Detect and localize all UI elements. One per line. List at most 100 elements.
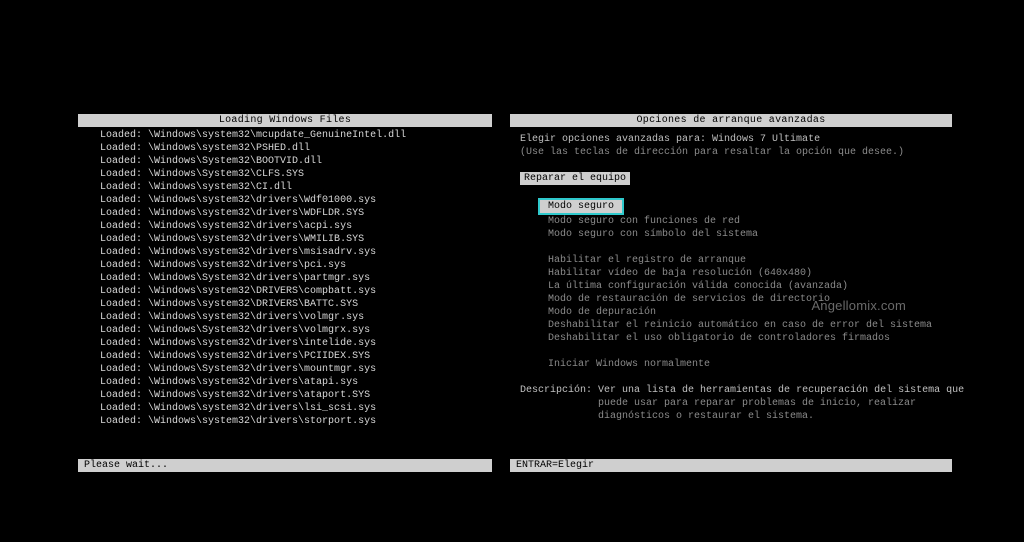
loaded-path: \Windows\system32\DRIVERS\BATTC.SYS [148,299,358,310]
boot-option[interactable]: Habilitar el registro de arranque [520,254,942,267]
loaded-path: \Windows\system32\drivers\intelide.sys [148,338,376,349]
loaded-path: \Windows\System32\drivers\mountmgr.sys [148,364,376,375]
loaded-row: Loaded: \Windows\system32\mcupdate_Genui… [100,129,492,142]
loaded-path: \Windows\system32\drivers\ataport.SYS [148,390,370,401]
safe-mode-selected[interactable]: Modo seguro [520,198,942,215]
loaded-row: Loaded: \Windows\system32\drivers\atapi.… [100,376,492,389]
repair-computer-option[interactable]: Reparar el equipo [520,172,942,185]
description-label: Descripción: [520,385,592,396]
loaded-prefix: Loaded: [100,377,142,388]
loaded-prefix: Loaded: [100,156,142,167]
loaded-row: Loaded: \Windows\system32\drivers\inteli… [100,337,492,350]
loaded-path: \Windows\system32\mcupdate_GenuineIntel.… [148,130,406,141]
loaded-prefix: Loaded: [100,143,142,154]
selected-highlight-box: Modo seguro [538,198,624,215]
loaded-path: \Windows\system32\CI.dll [148,182,292,193]
please-wait-bar: Please wait... [78,459,492,472]
loaded-path: \Windows\System32\BOOTVID.dll [148,156,322,167]
loaded-prefix: Loaded: [100,364,142,375]
loaded-prefix: Loaded: [100,286,142,297]
boot-option-gap [520,345,942,358]
loaded-prefix: Loaded: [100,416,142,427]
loaded-row: Loaded: \Windows\system32\drivers\WMILIB… [100,233,492,246]
loaded-prefix: Loaded: [100,247,142,258]
loaded-path: \Windows\System32\drivers\volmgrx.sys [148,325,370,336]
loaded-row: Loaded: \Windows\system32\drivers\WDFLDR… [100,207,492,220]
loaded-path: \Windows\system32\drivers\msisadrv.sys [148,247,376,258]
loading-files-panel: Loading Windows Files Loaded: \Windows\s… [78,114,492,472]
loaded-prefix: Loaded: [100,299,142,310]
loaded-prefix: Loaded: [100,390,142,401]
loaded-row: Loaded: \Windows\system32\drivers\atapor… [100,389,492,402]
loaded-path: \Windows\system32\drivers\lsi_scsi.sys [148,403,376,414]
loaded-row: Loaded: \Windows\System32\CLFS.SYS [100,168,492,181]
description-text-2: puede usar para reparar problemas de ini… [520,397,942,410]
os-name: Windows 7 Ultimate [712,134,820,145]
loaded-row: Loaded: \Windows\System32\drivers\partmg… [100,272,492,285]
loaded-row: Loaded: \Windows\system32\drivers\lsi_sc… [100,402,492,415]
loaded-row: Loaded: \Windows\system32\drivers\volmgr… [100,311,492,324]
loaded-path: \Windows\System32\drivers\partmgr.sys [148,273,370,284]
boot-option[interactable]: Iniciar Windows normalmente [520,358,942,371]
repair-computer-label: Reparar el equipo [520,172,630,185]
loaded-path: \Windows\system32\DRIVERS\compbatt.sys [148,286,376,297]
loaded-path: \Windows\system32\drivers\atapi.sys [148,377,358,388]
loaded-prefix: Loaded: [100,130,142,141]
screenshot-root: Loading Windows Files Loaded: \Windows\s… [0,0,1024,542]
loaded-path: \Windows\system32\drivers\WMILIB.SYS [148,234,364,245]
loaded-row: Loaded: \Windows\system32\DRIVERS\BATTC.… [100,298,492,311]
loaded-prefix: Loaded: [100,195,142,206]
safe-mode-label: Modo seguro [540,200,622,213]
advanced-options-title-bar: Opciones de arranque avanzadas [510,114,952,127]
boot-option[interactable]: Modo seguro con símbolo del sistema [520,228,942,241]
loaded-row: Loaded: \Windows\System32\drivers\mountm… [100,363,492,376]
choose-for-label: Elegir opciones avanzadas para: [520,134,706,145]
loaded-path: \Windows\system32\drivers\PCIIDEX.SYS [148,351,370,362]
direction-hint: (Use las teclas de dirección para resalt… [520,146,942,159]
boot-option[interactable]: La última configuración válida conocida … [520,280,942,293]
loaded-row: Loaded: \Windows\system32\drivers\PCIIDE… [100,350,492,363]
boot-option[interactable]: Habilitar vídeo de baja resolución (640x… [520,267,942,280]
boot-option[interactable]: Deshabilitar el uso obligatorio de contr… [520,332,942,345]
loaded-row: Loaded: \Windows\system32\PSHED.dll [100,142,492,155]
loaded-prefix: Loaded: [100,312,142,323]
loaded-prefix: Loaded: [100,338,142,349]
loaded-prefix: Loaded: [100,351,142,362]
loaded-prefix: Loaded: [100,273,142,284]
loaded-prefix: Loaded: [100,169,142,180]
watermark-text: Angellomix.com [811,298,906,313]
loaded-prefix: Loaded: [100,403,142,414]
loaded-prefix: Loaded: [100,221,142,232]
loaded-row: Loaded: \Windows\system32\drivers\msisad… [100,246,492,259]
boot-option-gap [520,241,942,254]
advanced-options-body: Elegir opciones avanzadas para: Windows … [510,127,952,423]
loaded-row: Loaded: \Windows\system32\drivers\Wdf010… [100,194,492,207]
loaded-prefix: Loaded: [100,234,142,245]
boot-option[interactable]: Deshabilitar el reinicio automático en c… [520,319,942,332]
choose-for-line: Elegir opciones avanzadas para: Windows … [520,133,942,146]
loaded-row: Loaded: \Windows\system32\drivers\pci.sy… [100,259,492,272]
loaded-files-list: Loaded: \Windows\system32\mcupdate_Genui… [78,127,492,428]
description-text-1: Ver una lista de herramientas de recuper… [598,385,964,396]
loaded-path: \Windows\System32\CLFS.SYS [148,169,304,180]
loaded-row: Loaded: \Windows\system32\CI.dll [100,181,492,194]
loaded-path: \Windows\system32\drivers\acpi.sys [148,221,352,232]
loaded-path: \Windows\system32\drivers\storport.sys [148,416,376,427]
loaded-row: Loaded: \Windows\system32\drivers\storpo… [100,415,492,428]
loaded-prefix: Loaded: [100,325,142,336]
loading-files-title-bar: Loading Windows Files [78,114,492,127]
loaded-path: \Windows\system32\drivers\Wdf01000.sys [148,195,376,206]
loaded-path: \Windows\system32\PSHED.dll [148,143,310,154]
loaded-path: \Windows\system32\drivers\pci.sys [148,260,346,271]
loaded-prefix: Loaded: [100,208,142,219]
loaded-row: Loaded: \Windows\System32\drivers\volmgr… [100,324,492,337]
loaded-prefix: Loaded: [100,260,142,271]
loaded-prefix: Loaded: [100,182,142,193]
description-text-3: diagnósticos o restaurar el sistema. [520,410,942,423]
loaded-row: Loaded: \Windows\system32\drivers\acpi.s… [100,220,492,233]
description-line-1: Descripción: Ver una lista de herramient… [520,384,942,397]
boot-option[interactable]: Modo seguro con funciones de red [520,215,942,228]
loaded-path: \Windows\system32\drivers\WDFLDR.SYS [148,208,364,219]
advanced-boot-options-panel: Opciones de arranque avanzadas Elegir op… [510,114,952,472]
loaded-path: \Windows\system32\drivers\volmgr.sys [148,312,364,323]
